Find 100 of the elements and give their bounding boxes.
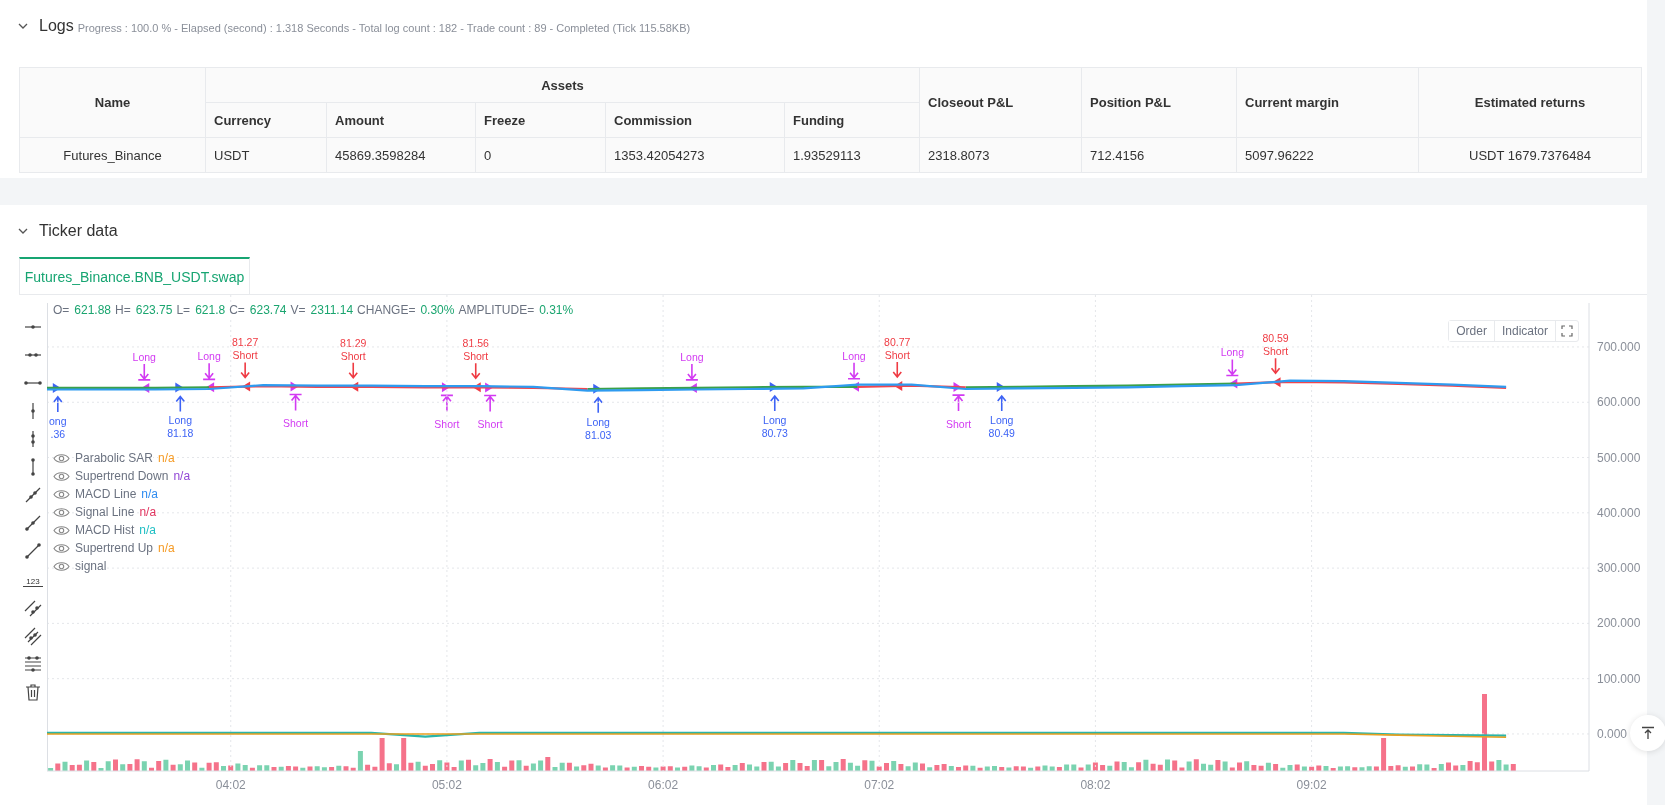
signal-triangle-icon: [350, 381, 359, 392]
signal-triangle-icon: [953, 382, 962, 393]
chart-button[interactable]: Order: [1449, 321, 1495, 341]
table-cell: 45869.3598284: [326, 137, 476, 173]
signal-triangle-icon: [441, 382, 450, 393]
table-cell: 712.4156: [1081, 137, 1237, 173]
eye-icon[interactable]: [53, 542, 70, 554]
x-axis-label: 04:02: [215, 778, 246, 792]
signal-label: Long: [586, 415, 610, 428]
back-to-top-button[interactable]: [1630, 715, 1665, 751]
ohlc-value: O= 621.88: [53, 303, 112, 317]
signal-price: 81.27: [232, 336, 259, 349]
signal-label: Long: [1220, 346, 1244, 359]
column-header: Closeout P&L: [919, 67, 1082, 138]
arrow-down-icon: [348, 361, 359, 380]
drawing-tool-icon[interactable]: [23, 682, 43, 702]
signal-triangle-icon: [472, 382, 481, 393]
drawing-tool-icon[interactable]: [23, 626, 43, 646]
signal-label: Short: [945, 417, 972, 430]
table-cell: 5097.96222: [1236, 137, 1419, 173]
arrow-up-icon[interactable]: [1641, 726, 1655, 740]
y-axis-label: 0.000: [1597, 726, 1628, 741]
column-header: Freeze: [475, 102, 606, 138]
x-axis-label: 08:02: [1080, 778, 1111, 792]
signal-triangle-icon: [593, 383, 602, 394]
indicator-value: n/a: [139, 505, 157, 519]
arrow-up-icon: [440, 394, 454, 413]
arrow-down-icon: [1225, 358, 1240, 377]
eye-icon[interactable]: [53, 452, 70, 464]
signal-label: Short: [477, 418, 503, 431]
arrow-up-icon: [175, 395, 186, 413]
signal-price: 80.77: [884, 335, 911, 348]
indicator-name: Signal Line: [75, 505, 135, 519]
drawing-tool-icon[interactable]: [23, 541, 43, 561]
signal-triangle-icon: [175, 382, 184, 393]
table-cell: 2318.8073: [919, 137, 1082, 173]
column-header: Position P&L: [1081, 67, 1237, 138]
signal-label: Short: [434, 418, 460, 431]
x-axis-label: 06:02: [648, 778, 679, 792]
eye-icon[interactable]: [53, 470, 70, 482]
signal-price: 81.56: [462, 337, 489, 350]
indicator-value: n/a: [173, 469, 191, 483]
signal-triangle-icon: [242, 381, 251, 392]
signal-label: Long: [763, 413, 787, 426]
drawing-tool-icon[interactable]: [23, 513, 43, 533]
column-header: Commission: [605, 102, 785, 138]
eye-icon[interactable]: [53, 524, 70, 536]
table-cell: USDT 1679.7376484: [1418, 137, 1642, 173]
section-title: Logs: [39, 17, 74, 35]
signal-label: Long: [168, 414, 192, 427]
indicator-name: Supertrend Down: [75, 469, 169, 483]
x-axis-label: 07:02: [864, 778, 895, 792]
signal-label: Short: [884, 348, 910, 361]
indicator-name: Supertrend Up: [75, 541, 154, 555]
table-cell: 0: [475, 137, 606, 173]
arrow-down-icon: [470, 362, 481, 380]
signal-label: ong: [49, 414, 67, 427]
arrow-up-icon: [593, 396, 604, 414]
ohlc-value: H= 623.75: [115, 303, 173, 317]
indicator-name: MACD Line: [75, 487, 137, 501]
fullscreen-icon[interactable]: [1561, 325, 1573, 337]
signal-label: Short: [340, 349, 366, 362]
indicator-value: n/a: [158, 451, 175, 465]
arrow-up-icon: [53, 395, 63, 413]
y-axis-label: 500.000: [1597, 450, 1641, 465]
x-axis-label: 05:02: [431, 778, 462, 792]
drawing-tool-icon[interactable]: [23, 598, 43, 618]
signal-label: Short: [232, 349, 258, 362]
eye-icon[interactable]: [53, 506, 70, 518]
arrow-down-icon: [240, 361, 250, 379]
signal-triangle-icon: [206, 382, 215, 393]
signal-triangle-icon: [1272, 377, 1281, 388]
y-axis-label: 300.000: [1597, 561, 1641, 576]
signal-price: 81.18: [167, 427, 194, 440]
eye-icon[interactable]: [53, 560, 70, 572]
arrow-up-icon: [996, 394, 1007, 412]
signal-label: Long: [680, 350, 704, 363]
y-axis-label: 600.000: [1597, 395, 1641, 410]
ohlc-value: AMPLITUDE= 0.31%: [458, 303, 574, 317]
drawing-tool-icon[interactable]: [23, 654, 43, 674]
ohlc-value: L= 621.8: [176, 303, 226, 317]
column-header: Name: [19, 67, 206, 138]
signal-price: .36: [50, 427, 66, 440]
column-header: Assets: [205, 67, 920, 103]
arrow-down-icon: [892, 361, 903, 379]
arrow-down-icon: [202, 362, 216, 381]
table-cell: 1353.42054273: [605, 137, 785, 173]
table-cell: USDT: [205, 137, 327, 173]
eye-icon[interactable]: [53, 488, 70, 500]
symbol-tab[interactable]: Futures_Binance.BNB_USDT.swap: [19, 257, 250, 294]
signal-triangle-icon: [52, 382, 61, 393]
progress-summary: Progress : 100.0 % - Elapsed (second) : 1.318 Seconds - Total log count : 182 - Trade count : 89 - Completed (Tick 115.58KB): [77, 21, 691, 34]
arrow-up-icon: [288, 393, 303, 412]
ohlc-value: C= 623.74: [229, 303, 287, 317]
price-note-tool[interactable]: 123: [23, 572, 43, 587]
drawing-tool-icon[interactable]: [23, 485, 43, 505]
column-header: Funding: [784, 102, 920, 138]
y-axis-label: 100.000: [1597, 671, 1641, 686]
y-axis-label: 200.000: [1597, 616, 1641, 631]
signal-label: Short: [283, 417, 309, 430]
